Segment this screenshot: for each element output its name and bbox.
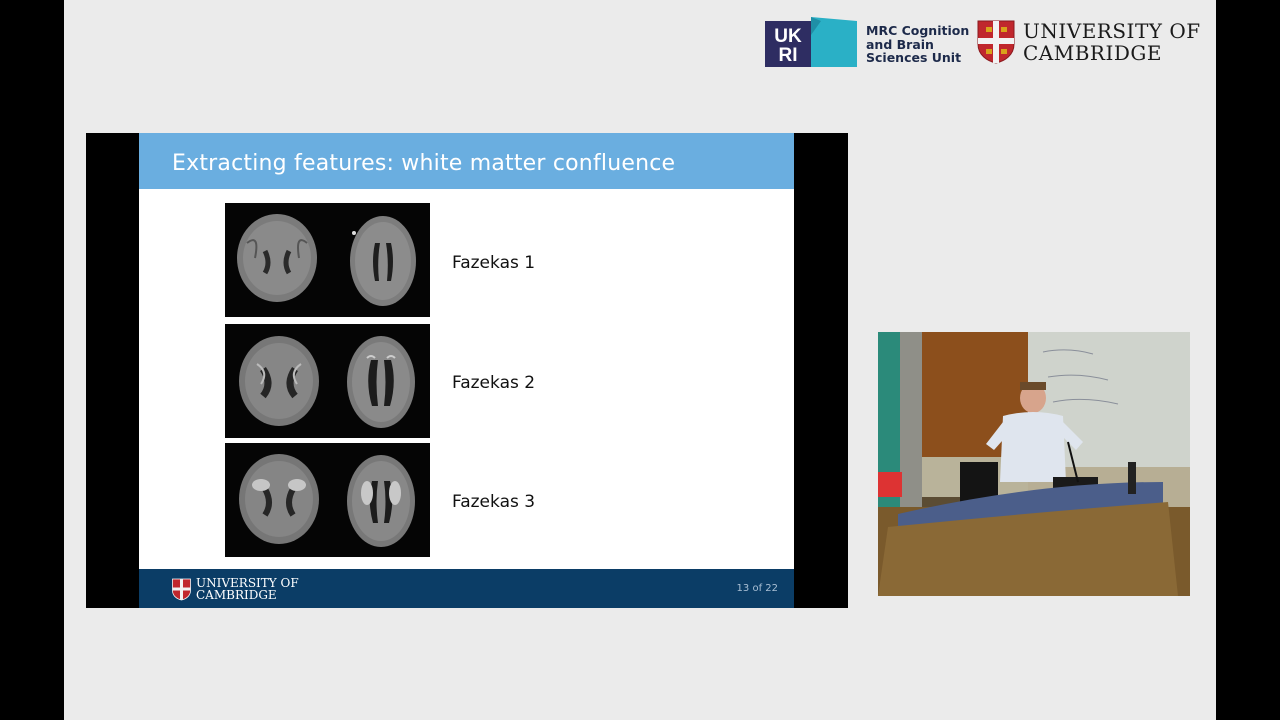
slide-footer: UNIVERSITY OF CAMBRIDGE 13 of 22	[139, 569, 794, 608]
fazekas-label-2: Fazekas 2	[452, 373, 536, 393]
ukri-logo: UK RI	[765, 17, 857, 67]
fazekas-label-1: Fazekas 1	[452, 253, 536, 273]
ukri-letters-top: UK	[774, 26, 802, 47]
mrc-line-2: and Brain	[866, 36, 934, 52]
cambridge-crest-icon	[977, 20, 1015, 64]
presentation-slide: Extracting features: white matter conflu…	[139, 133, 794, 608]
mrc-line-3: Sciences Unit	[866, 50, 962, 65]
mrc-line-1: MRC Cognition	[866, 23, 970, 38]
fazekas-label-3: Fazekas 3	[452, 492, 536, 512]
cambridge-crest-icon	[172, 578, 191, 600]
cambridge-wordmark: UNIVERSITY OF CAMBRIDGE	[1023, 20, 1201, 64]
cambridge-wordmark-line-2: CAMBRIDGE	[1023, 41, 1162, 65]
slide-page-number: 13 of 22	[736, 583, 778, 594]
speaker-video	[878, 332, 1190, 596]
brain-mri-scan	[225, 203, 430, 317]
brain-mri-scan	[225, 443, 430, 557]
ukri-letters-bottom: RI	[779, 45, 798, 66]
cambridge-wordmark-line-1: UNIVERSITY OF	[1023, 19, 1201, 43]
slide-footer-cambridge-logo: UNIVERSITY OF CAMBRIDGE	[172, 577, 299, 601]
slide-title: Extracting features: white matter conflu…	[172, 151, 676, 176]
slide-footer-wordmark: UNIVERSITY OF CAMBRIDGE	[196, 577, 299, 601]
mrc-unit-name: MRC Cognition and Brain Sciences Unit	[866, 24, 969, 65]
footer-wordmark-line-2: CAMBRIDGE	[196, 588, 277, 602]
brain-mri-scan	[225, 324, 430, 438]
cambridge-logo: UNIVERSITY OF CAMBRIDGE	[977, 20, 1201, 64]
slide-title-bar: Extracting features: white matter conflu…	[139, 133, 794, 189]
